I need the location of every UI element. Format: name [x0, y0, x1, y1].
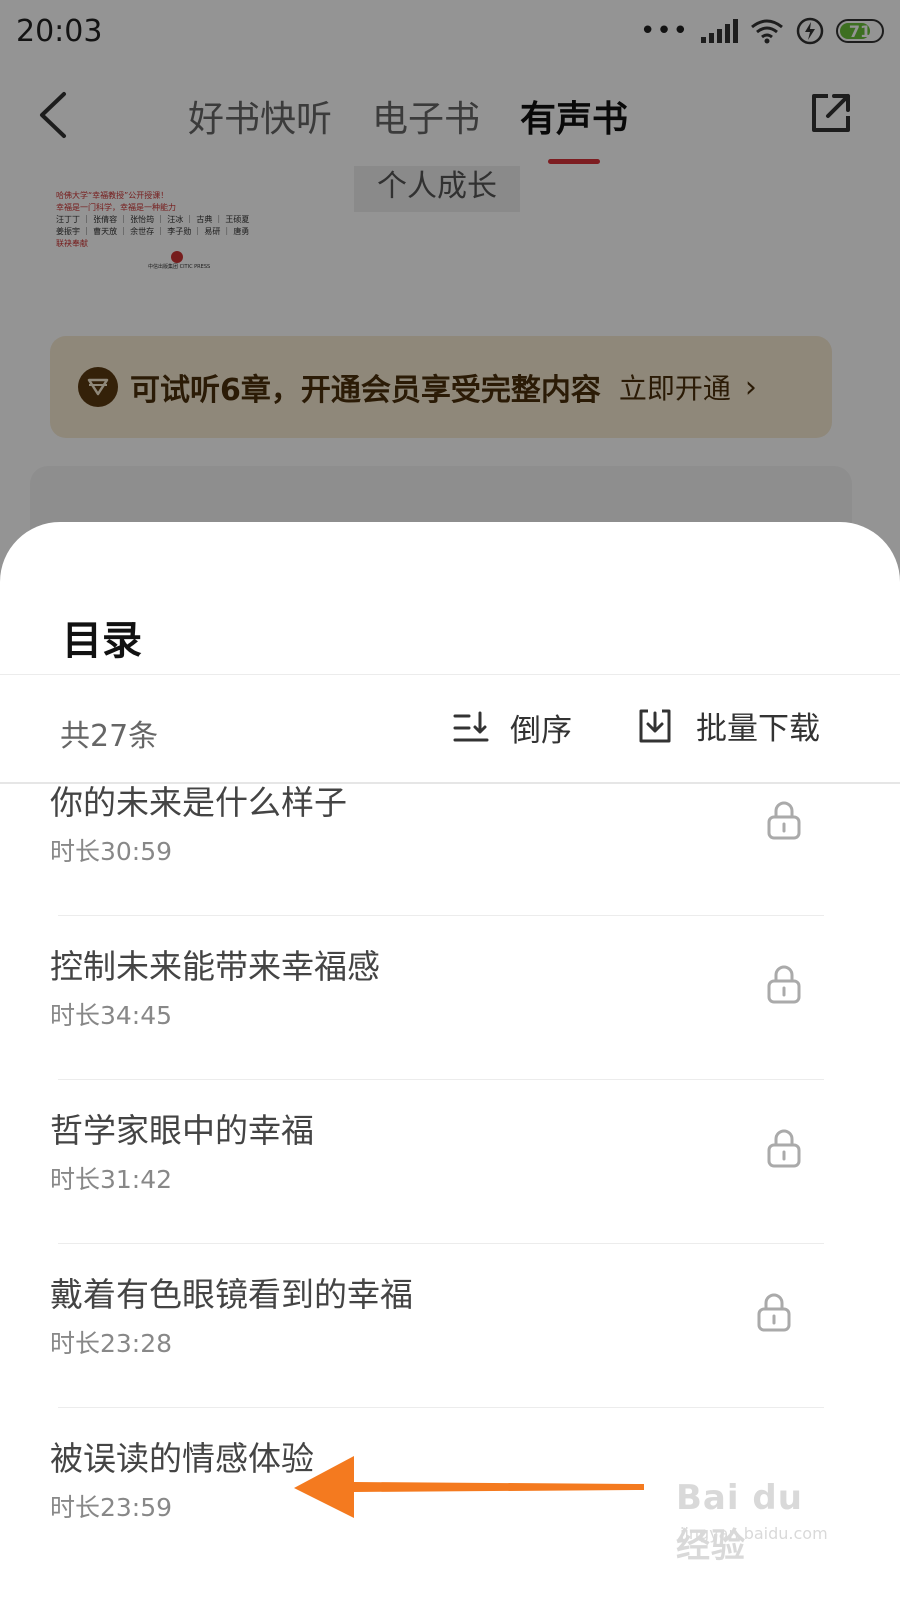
chapter-count: 共27条 — [60, 719, 159, 754]
batch-download-label: 批量下载 — [696, 711, 820, 747]
chapter-title: 被误读的情感体验 — [50, 1439, 314, 1478]
chapter-item[interactable]: 控制未来能带来幸福感 时长34:45 — [0, 916, 900, 1080]
reverse-order-label: 倒序 — [510, 713, 572, 749]
chapter-duration: 时长23:28 — [50, 1329, 173, 1358]
reverse-order-button[interactable]: 倒序 — [452, 705, 572, 750]
chapter-title: 哲学家眼中的幸福 — [50, 1111, 314, 1150]
watermark-text: Bai du 经验 — [676, 1478, 803, 1566]
lock-icon — [767, 801, 801, 840]
chapter-duration: 时长31:42 — [50, 1165, 173, 1194]
watermark: Bai du 经验 jingyan.baidu.com — [676, 1470, 846, 1566]
chapter-duration: 时长30:59 — [50, 837, 173, 866]
arrow-head — [294, 1456, 354, 1518]
sort-icon — [453, 711, 489, 741]
chapter-item[interactable]: 哲学家眼中的幸福 时长31:42 — [0, 1080, 900, 1244]
annotation-arrow-icon — [294, 1456, 644, 1518]
watermark-subtext: jingyan.baidu.com — [680, 1524, 828, 1543]
catalog-title: 目录 — [62, 618, 142, 664]
lock-icon — [757, 1293, 791, 1332]
arrow-shaft — [354, 1482, 644, 1492]
chapter-title: 你的未来是什么样子 — [50, 783, 347, 822]
lock-icon — [767, 1129, 801, 1168]
batch-download-button[interactable]: 批量下载 — [636, 703, 820, 748]
chapter-duration: 时长23:59 — [50, 1493, 173, 1522]
chapter-item[interactable]: 戴着有色眼镜看到的幸福 时长23:28 — [0, 1244, 900, 1408]
chapter-title: 控制未来能带来幸福感 — [50, 947, 380, 986]
lock-icon — [767, 965, 801, 1004]
chapter-duration: 时长34:45 — [50, 1001, 173, 1030]
download-icon — [639, 709, 671, 742]
chapter-title: 戴着有色眼镜看到的幸福 — [50, 1275, 413, 1314]
catalog-sheet: 目录 共27条 倒序 批量下载 你的未来是什么样子 时长30:59 控制未来能带… — [0, 522, 900, 1600]
chapter-item[interactable]: 你的未来是什么样子 时长30:59 — [0, 752, 900, 916]
